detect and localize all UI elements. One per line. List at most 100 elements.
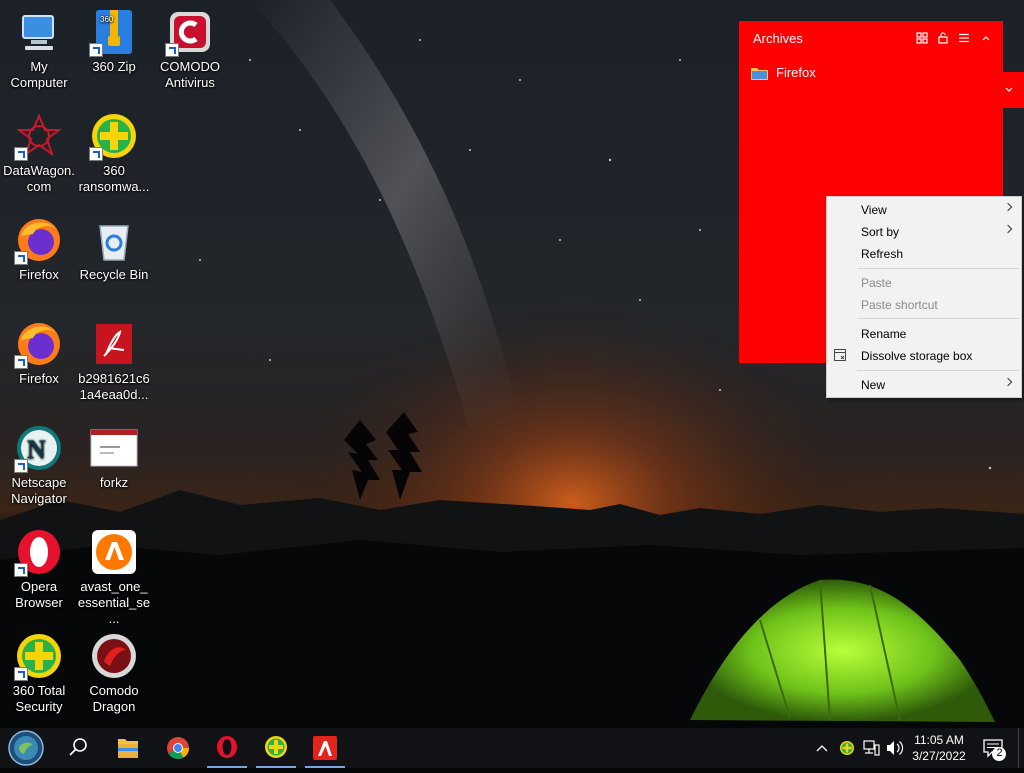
comodo-antivirus-icon: [165, 8, 214, 57]
svg-text:360: 360: [100, 15, 114, 24]
taskbar-clock[interactable]: 11:05 AM 3/27/2022: [904, 732, 974, 764]
search-button[interactable]: [54, 728, 102, 768]
notification-count-badge: 2: [996, 747, 1003, 759]
network-icon: [863, 740, 880, 756]
chevron-up-icon[interactable]: [979, 31, 993, 45]
image-file-icon: [90, 424, 138, 472]
folder-icon: [751, 66, 768, 80]
desktop-icon-netscape[interactable]: N Netscape Navigator: [1, 416, 77, 514]
chevron-right-icon: [1003, 202, 1013, 212]
svg-text:N: N: [27, 435, 46, 464]
search-icon: [69, 738, 87, 756]
firefox-icon: [14, 216, 63, 265]
menu-item-label: Rename: [861, 327, 907, 341]
desktop-icon-my-computer[interactable]: My Computer: [1, 0, 77, 98]
clock-date: 3/27/2022: [912, 749, 966, 763]
desktop-icon-360-zip[interactable]: 360 360 Zip: [76, 0, 152, 98]
menu-item-refresh[interactable]: Refresh: [827, 242, 1021, 264]
datawagon-icon: [14, 112, 63, 161]
desktop-icon-avast-installer[interactable]: avast_one_essential_se...: [76, 520, 152, 626]
chevron-right-icon: [1003, 224, 1013, 234]
desktop-icon-label: Opera Browser: [15, 579, 63, 610]
menu-item-new[interactable]: New: [827, 373, 1021, 395]
pdf-file-icon: [90, 320, 138, 368]
taskbar-chrome[interactable]: [154, 728, 202, 768]
desktop-icon-firefox[interactable]: Firefox: [1, 208, 77, 306]
desktop-icon-opera[interactable]: Opera Browser: [1, 520, 77, 618]
desktop-icon-label: Netscape Navigator: [11, 475, 67, 506]
desktop-icon-label: Firefox: [19, 371, 59, 386]
show-desktop-button[interactable]: [1018, 728, 1024, 768]
menu-item-dissolve-storage-box[interactable]: Dissolve storage box: [827, 344, 1021, 366]
desktop-icon-label: My Computer: [10, 59, 68, 90]
tray-volume[interactable]: [883, 728, 905, 768]
recycle-bin-icon: [90, 216, 138, 264]
menu-icon[interactable]: [957, 31, 971, 45]
desktop-icon-comodo-dragon[interactable]: Comodo Dragon: [76, 624, 152, 722]
360-ransomware-icon: [89, 112, 138, 161]
desktop-icon-label: 360 Total Security: [12, 683, 66, 714]
fence-item-firefox[interactable]: Firefox: [751, 65, 816, 80]
menu-item-label: Paste shortcut: [861, 298, 938, 312]
menu-item-rename[interactable]: Rename: [827, 322, 1021, 344]
shortcut-arrow-icon: [14, 147, 28, 161]
avira-icon: [313, 736, 337, 760]
360-tray-icon: [840, 741, 854, 755]
taskbar-file-explorer[interactable]: [104, 728, 152, 768]
opera-icon: [14, 528, 63, 577]
tray-360-icon-button[interactable]: [836, 728, 858, 768]
taskbar-opera[interactable]: [203, 728, 251, 768]
desktop-icon-360-ransomware[interactable]: 360 ransomwa...: [76, 104, 152, 202]
clock-time: 11:05 AM: [914, 733, 964, 747]
menu-item-paste[interactable]: Paste: [827, 271, 1021, 293]
menu-item-label: New: [861, 378, 886, 392]
desktop-icon-recycle-bin[interactable]: Recycle Bin: [76, 208, 152, 306]
taskbar-avira[interactable]: [301, 728, 349, 768]
menu-item-paste-shortcut[interactable]: Paste shortcut: [827, 293, 1021, 315]
menu-separator: [857, 268, 1019, 269]
start-orb-icon: [8, 730, 44, 766]
chevron-up-icon: [816, 745, 828, 752]
shortcut-arrow-icon: [14, 459, 28, 473]
menu-item-sort-by[interactable]: Sort by: [827, 220, 1021, 242]
desktop-icon-datawagon[interactable]: DataWagon.com: [1, 104, 77, 202]
desktop-icon-label: COMODO Antivirus: [160, 59, 220, 90]
lock-icon[interactable]: [936, 31, 950, 45]
desktop-icon-label: DataWagon.com: [3, 163, 75, 194]
desktop-icon-360-total-security[interactable]: 360 Total Security: [1, 624, 77, 722]
action-center-button[interactable]: 2: [978, 728, 1012, 768]
dissolve-box-icon: [833, 348, 847, 365]
desktop-icon-comodo-antivirus[interactable]: COMODO Antivirus: [152, 0, 228, 98]
context-menu: View Sort by Refresh Paste Paste shortcu…: [826, 196, 1022, 398]
start-button[interactable]: [2, 728, 50, 768]
opera-icon: [217, 736, 237, 758]
menu-separator: [857, 370, 1019, 371]
desktop-icon-label: avast_one_essential_se...: [77, 579, 151, 626]
grid-view-icon[interactable]: [915, 31, 929, 45]
file-explorer-icon: [118, 739, 138, 758]
360-zip-icon: 360: [89, 8, 138, 57]
menu-separator: [857, 318, 1019, 319]
show-hidden-icons[interactable]: [810, 728, 834, 768]
fence-item-label: Firefox: [776, 65, 816, 80]
menu-item-view[interactable]: View: [827, 198, 1021, 220]
shortcut-arrow-icon: [14, 563, 28, 577]
360-security-icon: [265, 736, 287, 758]
chevron-down-icon: [1005, 87, 1013, 92]
desktop-icon-firefox-2[interactable]: Firefox: [1, 312, 77, 410]
desktop-icon-forkz[interactable]: forkz: [76, 416, 152, 514]
360-total-security-icon: [14, 632, 63, 681]
computer-icon: [15, 8, 63, 56]
taskbar-360-security[interactable]: [252, 728, 300, 768]
avast-icon: [90, 528, 138, 576]
desktop-icon-pdf-file[interactable]: b2981621c61a4eaa0d...: [76, 312, 152, 410]
firefox-icon: [14, 320, 63, 369]
volume-icon: [887, 741, 904, 755]
tray-network[interactable]: [860, 728, 882, 768]
shortcut-arrow-icon: [14, 667, 28, 681]
shortcut-arrow-icon: [165, 43, 179, 57]
fence-side-tab[interactable]: [1003, 72, 1024, 108]
shortcut-arrow-icon: [89, 43, 103, 57]
comodo-dragon-icon: [90, 632, 138, 680]
fence-title: Archives: [753, 31, 803, 46]
